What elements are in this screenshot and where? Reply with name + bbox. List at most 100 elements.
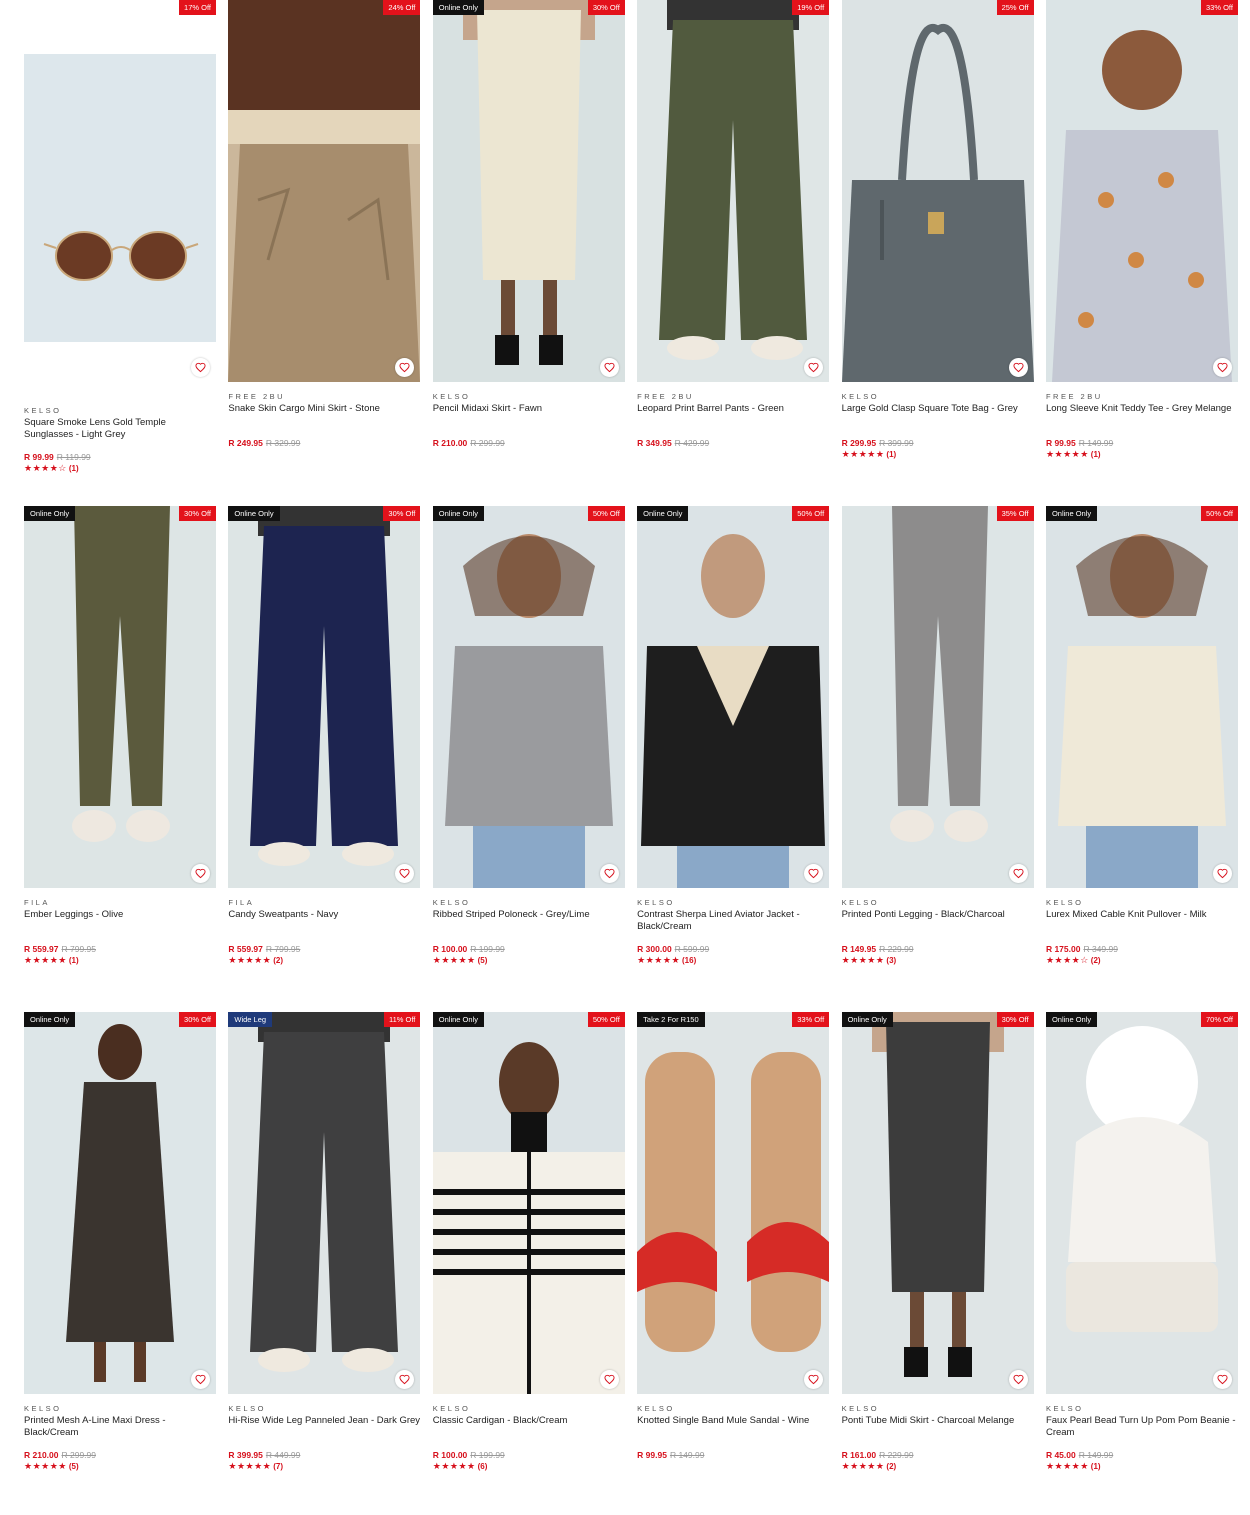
review-count[interactable]: (1) [69,464,79,473]
product-name[interactable]: Leopard Print Barrel Pants - Green [637,403,829,426]
product-card[interactable]: Wide Leg 11% Off KELSO Hi-Rise Wide Leg Pan… [228,1012,421,1515]
product-price: R 161.00 R 229.99 [842,1450,1034,1460]
current-price: R 45.00 [1045,1450,1076,1460]
product-image[interactable]: Online Only 30% Off [432,0,625,382]
product-card[interactable]: Online Only 70% Off KELSO Faux Pearl Bead T… [1045,1012,1238,1515]
product-name[interactable]: Classic Cardigan - Black/Cream [433,1415,625,1438]
wishlist-heart-icon[interactable] [1008,864,1028,883]
product-name[interactable]: Large Gold Clasp Square Tote Bag - Grey [842,403,1034,426]
product-card[interactable]: Online Only 50% Off KELSO Classic Cardigan … [432,1012,625,1515]
wishlist-heart-icon[interactable] [191,864,210,883]
current-price: R 349.95 [637,438,672,448]
product-image[interactable]: Online Only 30% Off [228,506,421,888]
current-price: R 100.00 [432,1450,468,1460]
star-icons: ★★★★★ [24,955,67,965]
product-name[interactable]: Contrast Sherpa Lined Aviator Jacket - B… [637,909,829,932]
product-card[interactable]: 19% Off FREE 2BU Leopard Print Barrel Pant… [637,0,830,506]
review-count[interactable]: (6) [478,1462,488,1471]
product-image[interactable]: 19% Off [637,0,830,382]
wishlist-heart-icon[interactable] [1008,358,1028,377]
product-name[interactable]: Snake Skin Cargo Mini Skirt - Stone [228,403,420,426]
product-image[interactable]: Wide Leg 11% Off [228,1012,421,1394]
review-count[interactable]: (2) [886,1462,896,1471]
product-card[interactable]: Online Only 50% Off KELSO Ribbed Striped Po… [432,506,625,1012]
product-image[interactable]: Online Only 50% Off [432,1012,625,1394]
product-image[interactable]: 17% Off [24,0,216,382]
product-image[interactable]: Online Only 30% Off [24,1012,216,1394]
product-image[interactable]: 24% Off [228,0,421,382]
product-image[interactable]: 25% Off [841,0,1034,382]
product-card[interactable]: Online Only 30% Off KELSO Pencil Midaxi Ski… [432,0,625,506]
wishlist-heart-icon[interactable] [1212,1370,1232,1389]
product-card[interactable]: Online Only 30% Off KELSO Ponti Tube Midi S… [841,1012,1034,1515]
product-image[interactable]: Online Only 50% Off [1045,506,1238,888]
product-card[interactable]: Online Only 50% Off KELSO Contrast Sherpa L… [637,506,830,1012]
star-icons: ★★★★★ [24,1461,67,1471]
wishlist-heart-icon[interactable] [1212,864,1232,883]
product-name[interactable]: Ember Leggings - Olive [24,909,216,932]
product-image[interactable]: Online Only 30% Off [841,1012,1034,1394]
product-price: R 149.95 R 229.99 [842,944,1034,954]
promo-badge: Wide Leg [228,1012,273,1027]
product-price: R 45.00 R 149.99 [1046,1450,1238,1460]
wishlist-heart-icon[interactable] [599,864,619,883]
wishlist-heart-icon[interactable] [1212,358,1232,377]
rating-stars: ★★★★★ (3) [842,955,1034,966]
review-count[interactable]: (2) [1091,956,1101,965]
product-price: R 300.00 R 599.99 [637,944,829,954]
product-name[interactable]: Hi-Rise Wide Leg Panneled Jean - Dark Gr… [228,1415,420,1438]
wishlist-heart-icon[interactable] [1008,1370,1028,1389]
product-name[interactable]: Lurex Mixed Cable Knit Pullover - Milk [1046,909,1238,932]
product-card[interactable]: 35% Off KELSO Printed Ponti Legging - Blac… [841,506,1034,1012]
product-name[interactable]: Ribbed Striped Poloneck - Grey/Lime [433,909,625,932]
product-card[interactable]: 33% Off FREE 2BU Long Sleeve Knit Teddy Te… [1045,0,1238,506]
review-count[interactable]: (5) [69,1462,79,1471]
discount-badge: 25% Off [996,0,1034,15]
product-card[interactable]: 25% Off KELSO Large Gold Clasp Square Tote… [841,0,1034,506]
product-image[interactable]: 33% Off [1045,0,1238,382]
product-image[interactable]: 35% Off [841,506,1034,888]
product-card[interactable]: Take 2 For R150 33% Off KELSO Knotted Singl… [637,1012,830,1515]
review-count[interactable]: (3) [886,956,896,965]
product-name[interactable]: Printed Ponti Legging - Black/Charcoal [842,909,1034,932]
product-image[interactable]: Online Only 30% Off [24,506,216,888]
original-price: R 199.99 [470,944,505,954]
discount-badge: 30% Off [996,1012,1034,1027]
promo-badge: Online Only [432,0,484,15]
star-icons: ★★★★★ [841,1461,885,1471]
product-name[interactable]: Faux Pearl Bead Turn Up Pom Pom Beanie -… [1046,1415,1238,1438]
review-count[interactable]: (1) [886,450,896,459]
review-count[interactable]: (7) [273,1462,283,1471]
review-count[interactable]: (2) [273,956,283,965]
rating-stars: ★★★★☆ (2) [1046,955,1238,966]
review-count[interactable]: (1) [69,956,79,965]
product-name[interactable]: Ponti Tube Midi Skirt - Charcoal Melange [842,1415,1034,1438]
product-name[interactable]: Candy Sweatpants - Navy [228,909,420,932]
product-brand: KELSO [432,898,471,907]
product-card[interactable]: 17% Off KELSO Square Smoke Lens Gold Templ… [24,0,216,506]
product-image[interactable]: Online Only 70% Off [1045,1012,1238,1394]
product-card[interactable]: Online Only 30% Off KELSO Printed Mesh A-Li… [24,1012,216,1515]
product-image[interactable]: Online Only 50% Off [637,506,830,888]
product-card[interactable]: Online Only 50% Off KELSO Lurex Mixed Cable… [1045,506,1238,1012]
review-count[interactable]: (16) [682,956,696,965]
wishlist-heart-icon[interactable] [599,358,619,377]
review-count[interactable]: (1) [1091,450,1101,459]
product-name[interactable]: Pencil Midaxi Skirt - Fawn [433,403,625,426]
product-name[interactable]: Long Sleeve Knit Teddy Tee - Grey Melang… [1046,403,1238,426]
review-count[interactable]: (5) [478,956,488,965]
product-card[interactable]: Online Only 30% Off FILA Candy Sweatpants -… [228,506,421,1012]
promo-badge: Online Only [637,506,689,521]
product-name[interactable]: Square Smoke Lens Gold Temple Sunglasses… [24,417,216,440]
product-card[interactable]: 24% Off FREE 2BU Snake Skin Cargo Mini Ski… [228,0,421,506]
review-count[interactable]: (1) [1091,1462,1101,1471]
product-image[interactable]: Online Only 50% Off [432,506,625,888]
original-price: R 329.99 [265,438,301,448]
wishlist-heart-icon[interactable] [191,1370,210,1389]
wishlist-heart-icon[interactable] [599,1370,619,1389]
product-name[interactable]: Knotted Single Band Mule Sandal - Wine [637,1415,829,1438]
product-image[interactable]: Take 2 For R150 33% Off [637,1012,830,1394]
wishlist-heart-icon[interactable] [191,358,210,377]
product-card[interactable]: Online Only 30% Off FILA Ember Leggings - O… [24,506,216,1012]
product-name[interactable]: Printed Mesh A-Line Maxi Dress - Black/C… [24,1415,216,1438]
